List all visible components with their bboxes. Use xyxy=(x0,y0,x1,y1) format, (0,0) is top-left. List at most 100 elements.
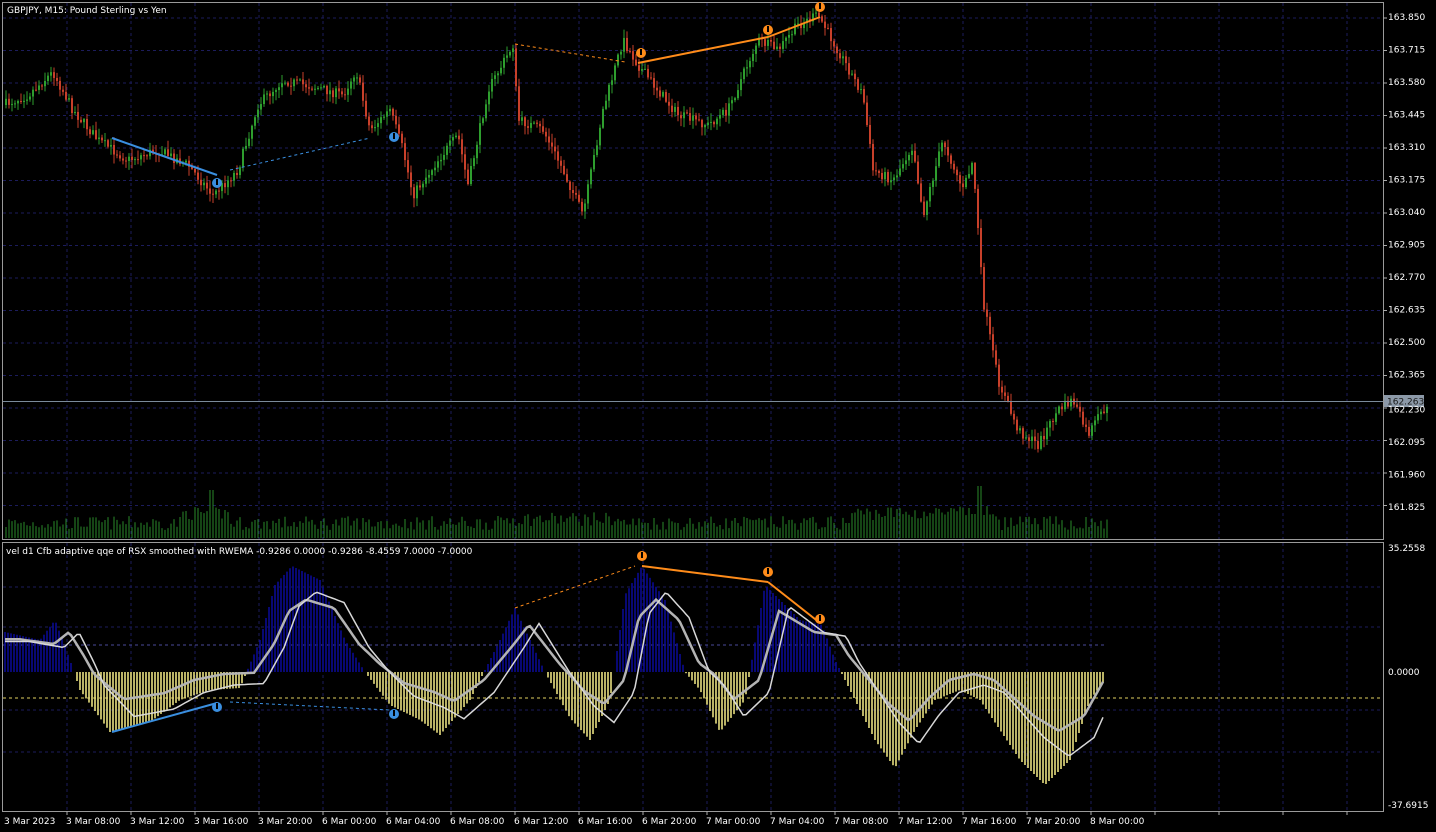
candle-body xyxy=(32,89,34,97)
candle-body xyxy=(266,93,268,95)
candle-body xyxy=(1085,424,1087,427)
candle-body xyxy=(635,59,637,66)
candle-body xyxy=(326,85,328,95)
candle-body xyxy=(545,131,547,137)
candle-body xyxy=(272,91,274,97)
candle-body xyxy=(254,117,256,126)
candle-body xyxy=(899,168,901,176)
candle-body xyxy=(131,156,133,160)
candle-body xyxy=(836,46,838,54)
bearish-divergence-arrow-icon xyxy=(636,48,646,58)
candle-body xyxy=(1004,392,1006,396)
candle-body xyxy=(449,140,451,146)
candle-body xyxy=(983,267,985,310)
price-label: 163.580 xyxy=(1388,78,1425,88)
candle-body xyxy=(602,108,604,128)
candle-body xyxy=(167,149,169,157)
candle-body xyxy=(347,88,349,95)
candle-body xyxy=(992,334,994,351)
candle-body xyxy=(389,108,391,112)
bullish-divergence-arrow-icon xyxy=(212,178,222,188)
time-label: 7 Mar 20:00 xyxy=(1026,817,1081,827)
candle-body xyxy=(38,85,40,90)
candle-body xyxy=(506,55,508,58)
time-label: 7 Mar 04:00 xyxy=(770,817,825,827)
candle-body xyxy=(743,68,745,80)
candle-body xyxy=(338,88,340,92)
candle-body xyxy=(11,103,13,105)
candle-body xyxy=(407,160,409,173)
candle-body xyxy=(848,63,850,75)
candle-body xyxy=(209,188,211,194)
candle-body xyxy=(413,187,415,199)
candle-body xyxy=(536,122,538,124)
candle-body xyxy=(365,100,367,117)
candle-body xyxy=(23,100,25,103)
candle-body xyxy=(362,82,364,101)
candle-body xyxy=(128,156,130,162)
candle-body xyxy=(728,103,730,116)
candle-body xyxy=(1106,406,1108,413)
candle-body xyxy=(269,93,271,97)
candle-body xyxy=(659,90,661,97)
candle-body xyxy=(560,160,562,166)
candle-body xyxy=(578,194,580,202)
indicator-title: vel d1 Cfb adaptive qqe of RSX smoothed … xyxy=(6,547,473,557)
candle-body xyxy=(707,122,709,126)
arrow-stem xyxy=(216,703,218,709)
price-label: 162.770 xyxy=(1388,273,1425,283)
candle-body xyxy=(716,118,718,125)
candle-body xyxy=(1010,401,1012,414)
candle-body xyxy=(1088,426,1090,436)
price-label: 163.445 xyxy=(1388,111,1425,121)
indicator-scale-label: 35.2558 xyxy=(1388,544,1425,554)
candle-body xyxy=(938,151,940,167)
candle-body xyxy=(791,34,793,36)
arrow-stem xyxy=(393,133,395,139)
candle-body xyxy=(986,309,988,317)
candle-body xyxy=(488,91,490,105)
candle-body xyxy=(287,82,289,86)
candle-body xyxy=(551,142,553,147)
candle-body xyxy=(608,84,610,101)
candle-body xyxy=(377,123,379,128)
candle-body xyxy=(80,119,82,123)
chart-canvas[interactable]: 162.263 GBPJPY, M15: Pound Sterling vs Y… xyxy=(0,0,1436,832)
price-label: 163.850 xyxy=(1388,13,1425,23)
candle-body xyxy=(200,179,202,186)
candle-body xyxy=(392,108,394,116)
candle-body xyxy=(164,149,166,155)
candle-body xyxy=(623,37,625,52)
candle-body xyxy=(644,68,646,70)
candle-body xyxy=(1040,435,1042,449)
candle-body xyxy=(398,124,400,134)
candle-body xyxy=(767,40,769,46)
candle-body xyxy=(203,182,205,186)
candle-body xyxy=(497,73,499,76)
candle-body xyxy=(245,145,247,149)
candle-body xyxy=(989,316,991,335)
price-label: 162.365 xyxy=(1388,371,1425,381)
candle-body xyxy=(281,83,283,88)
candle-body xyxy=(422,183,424,188)
candle-body xyxy=(431,170,433,175)
candle-body xyxy=(683,112,685,119)
candle-body xyxy=(959,175,961,184)
candle-body xyxy=(206,182,208,189)
candle-body xyxy=(425,177,427,184)
candle-body xyxy=(14,103,16,105)
candle-body xyxy=(1076,404,1078,407)
candle-body xyxy=(866,102,868,125)
candle-body xyxy=(302,79,304,85)
candle-body xyxy=(335,88,337,98)
candle-body xyxy=(125,160,127,162)
candle-body xyxy=(995,350,997,365)
candle-body xyxy=(137,159,139,161)
candle-body xyxy=(17,100,19,104)
candle-body xyxy=(611,80,613,85)
candle-body xyxy=(569,181,571,191)
candle-body xyxy=(626,37,628,52)
candle-body xyxy=(251,125,253,139)
candle-body xyxy=(464,154,466,170)
candle-body xyxy=(746,67,748,69)
